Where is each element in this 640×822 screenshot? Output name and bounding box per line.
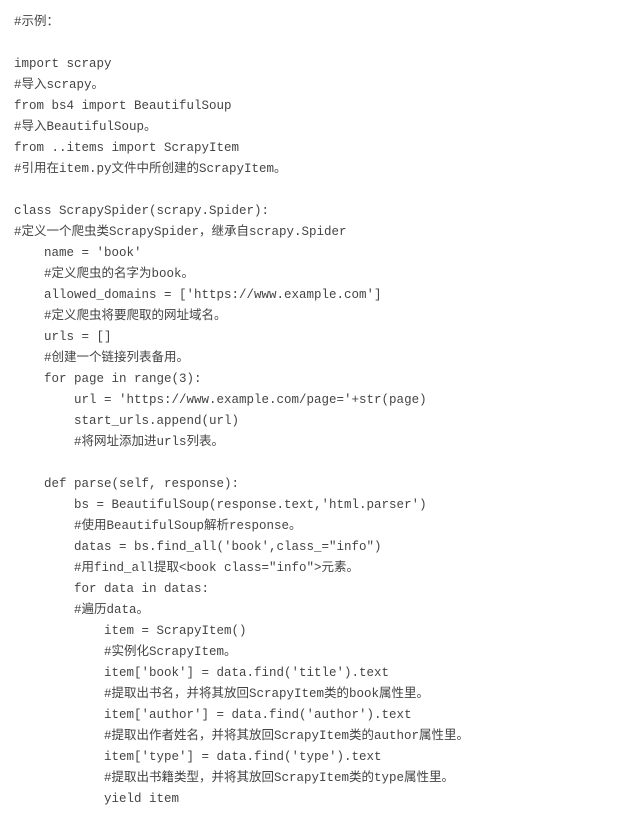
code-line: item['book'] = data.find('title').text <box>14 666 389 680</box>
code-line: #定义爬虫将要爬取的网址域名。 <box>14 309 227 323</box>
code-line: #使用BeautifulSoup解析response。 <box>14 519 302 533</box>
code-line: for data in datas: <box>14 582 209 596</box>
code-line: #创建一个链接列表备用。 <box>14 351 189 365</box>
code-block: #示例： import scrapy #导入scrapy。 from bs4 i… <box>14 12 640 810</box>
code-line: #提取出作者姓名，并将其放回ScrapyItem类的author属性里。 <box>14 729 469 743</box>
code-line: #用find_all提取<book class="info">元素。 <box>14 561 359 575</box>
code-line: #实例化ScrapyItem。 <box>14 645 237 659</box>
code-line: name = 'book' <box>14 246 142 260</box>
code-line: #遍历data。 <box>14 603 149 617</box>
code-line: def parse(self, response): <box>14 477 239 491</box>
code-line: item['type'] = data.find('type').text <box>14 750 382 764</box>
code-line: #将网址添加进urls列表。 <box>14 435 224 449</box>
code-line: urls = [] <box>14 330 112 344</box>
code-line: allowed_domains = ['https://www.example.… <box>14 288 382 302</box>
code-line: class ScrapySpider(scrapy.Spider): <box>14 204 269 218</box>
code-line: for page in range(3): <box>14 372 202 386</box>
code-line: #导入scrapy。 <box>14 78 104 92</box>
code-line: datas = bs.find_all('book',class_="info"… <box>14 540 382 554</box>
code-line: #引用在item.py文件中所创建的ScrapyItem。 <box>14 162 287 176</box>
code-line: #定义一个爬虫类ScrapySpider，继承自scrapy.Spider <box>14 225 347 239</box>
code-line: #定义爬虫的名字为book。 <box>14 267 194 281</box>
code-line: item['author'] = data.find('author').tex… <box>14 708 412 722</box>
code-line: import scrapy <box>14 57 112 71</box>
code-line: #提取出书籍类型，并将其放回ScrapyItem类的type属性里。 <box>14 771 454 785</box>
code-line: from ..items import ScrapyItem <box>14 141 239 155</box>
code-line: #导入BeautifulSoup。 <box>14 120 157 134</box>
code-line: from bs4 import BeautifulSoup <box>14 99 232 113</box>
code-line: item = ScrapyItem() <box>14 624 247 638</box>
code-line: bs = BeautifulSoup(response.text,'html.p… <box>14 498 427 512</box>
code-line: url = 'https://www.example.com/page='+st… <box>14 393 427 407</box>
code-line: start_urls.append(url) <box>14 414 239 428</box>
code-line: #示例： <box>14 15 59 29</box>
code-line: #提取出书名，并将其放回ScrapyItem类的book属性里。 <box>14 687 429 701</box>
